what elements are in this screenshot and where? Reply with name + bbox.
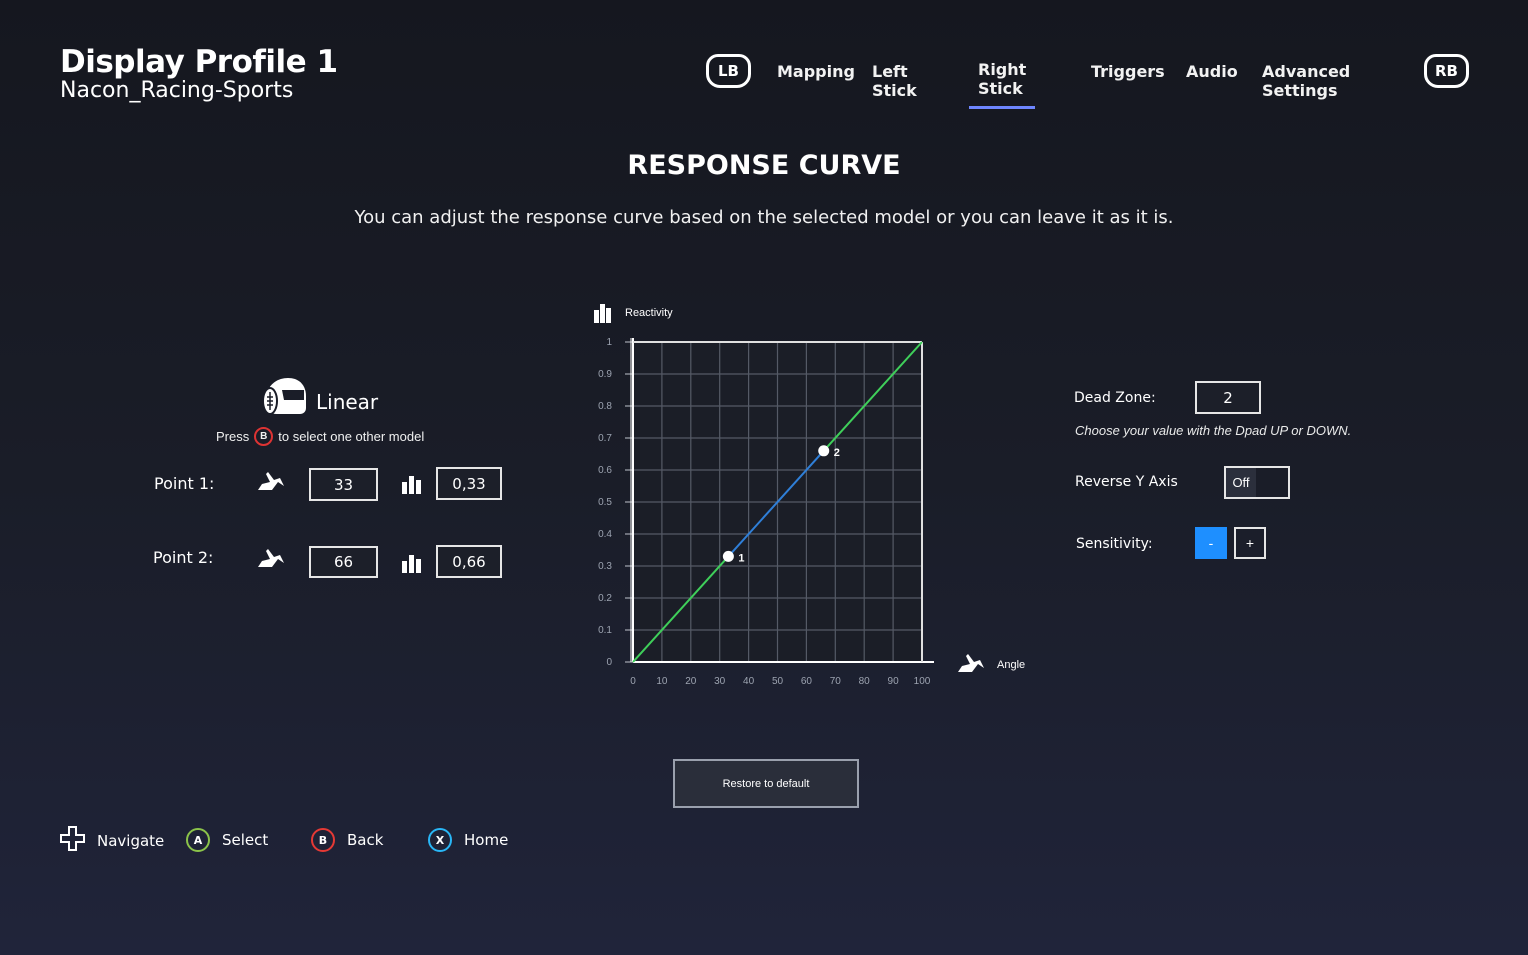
y-tick-label: 0 xyxy=(606,657,612,668)
toggle-value: Off xyxy=(1226,468,1256,497)
hint-suffix: to select one other model xyxy=(278,429,425,444)
angle-icon xyxy=(256,547,286,576)
x-tick-label: 10 xyxy=(656,676,668,687)
x-tick-label: 100 xyxy=(914,676,931,687)
x-button-icon: X xyxy=(428,828,452,852)
curve-point-2 xyxy=(818,445,830,457)
footer-select: A Select xyxy=(186,828,268,852)
a-button-icon: A xyxy=(186,828,210,852)
helmet-icon xyxy=(260,376,308,418)
reactivity-icon xyxy=(402,474,422,499)
response-curve-svg: Reactivity Angle 12 0 10 20 30 40 50 60 70 80 90 1… xyxy=(594,304,1025,687)
angle-icon xyxy=(256,470,286,499)
y-tick-label: 1 xyxy=(606,337,612,348)
model-name[interactable]: Linear xyxy=(316,390,378,414)
rb-label: RB xyxy=(1435,62,1458,80)
y-tick-label: 0.7 xyxy=(598,433,612,444)
tab-mapping[interactable]: Mapping xyxy=(777,62,855,89)
lb-bumper-button[interactable]: LB xyxy=(706,54,751,88)
angle-axis-icon xyxy=(958,654,984,672)
point-2-label: Point 2: xyxy=(153,548,214,567)
sensitivity-decrease-button[interactable]: - xyxy=(1195,527,1227,559)
reverse-y-label: Reverse Y Axis xyxy=(1075,474,1178,490)
point-2-angle-input[interactable]: 66 xyxy=(309,546,378,578)
dpad-icon xyxy=(60,826,85,855)
footer-back: B Back xyxy=(311,828,383,852)
tab-advanced-settings[interactable]: Advanced Settings xyxy=(1262,62,1350,108)
y-axis-label: Reactivity xyxy=(625,307,673,319)
tab-audio[interactable]: Audio xyxy=(1186,62,1238,89)
x-tick-label: 70 xyxy=(830,676,842,687)
response-curve-chart: Reactivity Angle 12 0 10 20 30 40 50 60 70 80 90 1… xyxy=(590,300,1040,700)
x-tick-label: 20 xyxy=(685,676,697,687)
point-1-reactivity-input[interactable]: 0,33 xyxy=(436,467,502,500)
b-button-icon: B xyxy=(254,427,274,446)
footer-select-label: Select xyxy=(222,831,269,849)
y-tick-label: 0.1 xyxy=(598,625,612,636)
profile-subtitle: Nacon_Racing-Sports xyxy=(60,78,294,103)
point-1-label: Point 1: xyxy=(154,474,215,493)
footer-home-label: Home xyxy=(464,831,509,849)
tab-right-stick[interactable]: Right Stick xyxy=(969,60,1036,109)
curve-point-1 xyxy=(722,550,734,562)
restore-default-button[interactable]: Restore to default xyxy=(673,759,859,808)
b-button-icon: B xyxy=(311,828,335,852)
section-title: RESPONSE CURVE xyxy=(627,150,901,181)
reactivity-axis-icon xyxy=(594,304,611,323)
y-tick-label: 0.4 xyxy=(598,529,612,540)
y-tick-label: 0.2 xyxy=(598,593,612,604)
point-2-reactivity-input[interactable]: 0,66 xyxy=(436,545,502,578)
point-1-angle-input[interactable]: 33 xyxy=(309,468,378,501)
y-tick-label: 0.6 xyxy=(598,465,612,476)
x-tick-label: 30 xyxy=(714,676,726,687)
footer-back-label: Back xyxy=(347,831,384,849)
x-tick-label: 80 xyxy=(859,676,871,687)
dead-zone-input[interactable]: 2 xyxy=(1195,381,1261,414)
x-axis-label: Angle xyxy=(997,659,1025,671)
reactivity-icon xyxy=(402,553,422,578)
footer-navigate-label: Navigate xyxy=(97,831,165,850)
footer-home: X Home xyxy=(428,828,508,852)
x-tick-label: 0 xyxy=(630,676,636,687)
y-tick-label: 0.3 xyxy=(598,561,612,572)
x-tick-label: 40 xyxy=(743,676,755,687)
section-description: You can adjust the response curve based … xyxy=(354,207,1174,228)
x-tick-label: 50 xyxy=(772,676,784,687)
y-tick-label: 0.8 xyxy=(598,401,612,412)
x-tick-label: 90 xyxy=(888,676,900,687)
sensitivity-increase-button[interactable]: + xyxy=(1234,527,1266,559)
dead-zone-label: Dead Zone: xyxy=(1074,390,1156,406)
footer-navigate: Navigate xyxy=(60,826,164,855)
sensitivity-label: Sensitivity: xyxy=(1076,536,1153,552)
model-hint: Press B to select one other model xyxy=(216,427,424,446)
hint-prefix: Press xyxy=(216,429,250,444)
y-tick-label: 0.5 xyxy=(598,497,612,508)
b-button-label: B xyxy=(260,431,268,442)
x-tick-label: 60 xyxy=(801,676,813,687)
curve-point-label: 1 xyxy=(738,552,744,564)
y-tick-label: 0.9 xyxy=(598,369,612,380)
lb-label: LB xyxy=(718,62,739,80)
dead-zone-hint: Choose your value with the Dpad UP or DO… xyxy=(1075,423,1352,438)
tab-left-stick[interactable]: Left Stick xyxy=(872,62,917,108)
tab-triggers[interactable]: Triggers xyxy=(1091,62,1165,89)
curve-point-label: 2 xyxy=(834,447,840,459)
profile-title: Display Profile 1 xyxy=(60,44,338,80)
rb-bumper-button[interactable]: RB xyxy=(1424,54,1469,88)
reverse-y-toggle[interactable]: Off xyxy=(1224,466,1290,499)
